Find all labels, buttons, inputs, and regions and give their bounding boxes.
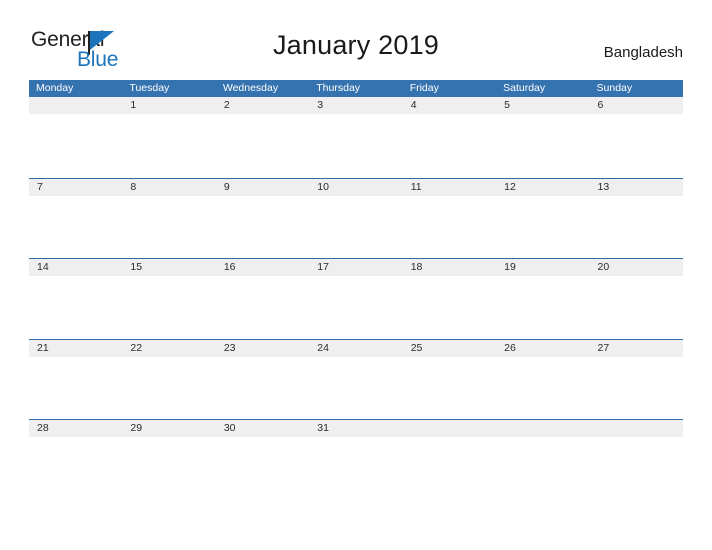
weekday-header-sunday: Sunday <box>596 82 633 94</box>
day-note-area[interactable] <box>122 115 215 177</box>
day-cell-date[interactable]: 18 <box>403 259 496 276</box>
weekday-header-saturday: Saturday <box>503 82 546 94</box>
day-cell-date[interactable] <box>403 420 496 437</box>
day-cell-date[interactable]: 12 <box>496 179 589 196</box>
day-cell-date[interactable]: 25 <box>403 340 496 357</box>
week-row: 28 29 30 31 <box>29 419 683 500</box>
day-cell-date[interactable]: 10 <box>309 179 402 196</box>
day-cell-date[interactable]: 28 <box>29 420 122 437</box>
weekday-header-tuesday: Tuesday <box>129 82 170 94</box>
week-row: 21 22 23 24 25 26 27 <box>29 338 683 420</box>
day-note-area[interactable] <box>403 196 496 258</box>
day-note-area[interactable] <box>403 115 496 177</box>
day-note-area[interactable] <box>29 276 122 338</box>
day-note-area[interactable] <box>590 357 683 419</box>
day-cell-date[interactable]: 21 <box>29 340 122 357</box>
week-row: 7 8 9 10 11 12 13 <box>29 177 683 259</box>
week-note-band <box>29 195 683 258</box>
day-note-area[interactable] <box>122 357 215 419</box>
day-cell-date[interactable]: 6 <box>590 97 683 114</box>
day-cell-date[interactable]: 27 <box>590 340 683 357</box>
weekday-header-friday: Friday <box>409 82 439 94</box>
day-cell-date[interactable]: 22 <box>122 340 215 357</box>
day-note-area[interactable] <box>29 357 122 419</box>
day-note-area[interactable] <box>216 196 309 258</box>
day-note-area[interactable] <box>29 196 122 258</box>
week-note-band <box>29 356 683 419</box>
week-note-band <box>29 276 683 338</box>
week-date-band: 14 15 16 17 18 19 20 <box>29 259 683 276</box>
week-date-band: 28 29 30 31 <box>29 420 683 437</box>
day-note-area[interactable] <box>309 196 402 258</box>
weekday-header-monday: Monday <box>36 82 74 94</box>
weekday-header-thursday: Thursday <box>316 82 361 94</box>
day-cell-date[interactable]: 31 <box>309 420 402 437</box>
day-cell-date[interactable]: 17 <box>309 259 402 276</box>
day-note-area[interactable] <box>122 437 215 499</box>
day-cell-date[interactable]: 15 <box>122 259 215 276</box>
day-note-area[interactable] <box>496 196 589 258</box>
day-note-area[interactable] <box>29 115 122 177</box>
day-note-area[interactable] <box>309 115 402 177</box>
day-cell-date[interactable]: 11 <box>403 179 496 196</box>
day-cell-date[interactable] <box>590 420 683 437</box>
day-cell-date[interactable]: 16 <box>216 259 309 276</box>
day-note-area[interactable] <box>496 357 589 419</box>
day-note-area[interactable] <box>29 437 122 499</box>
week-date-band: 7 8 9 10 11 12 13 <box>29 178 683 196</box>
day-note-area[interactable] <box>309 276 402 338</box>
day-cell-date[interactable]: 23 <box>216 340 309 357</box>
day-cell-date[interactable]: 7 <box>29 179 122 196</box>
day-cell-date[interactable] <box>29 97 122 114</box>
day-cell-date[interactable]: 9 <box>216 179 309 196</box>
day-note-area[interactable] <box>309 357 402 419</box>
day-note-area[interactable] <box>403 437 496 499</box>
calendar-grid: Monday Tuesday Wednesday Thursday Friday… <box>29 80 683 500</box>
week-row: 14 15 16 17 18 19 20 <box>29 258 683 339</box>
day-note-area[interactable] <box>590 115 683 177</box>
day-cell-date[interactable]: 14 <box>29 259 122 276</box>
day-note-area[interactable] <box>590 196 683 258</box>
week-date-band: 21 22 23 24 25 26 27 <box>29 339 683 357</box>
day-cell-date[interactable]: 3 <box>309 97 402 114</box>
day-note-area[interactable] <box>216 276 309 338</box>
day-note-area[interactable] <box>216 357 309 419</box>
day-note-area[interactable] <box>216 115 309 177</box>
day-cell-date[interactable]: 8 <box>122 179 215 196</box>
day-cell-date[interactable]: 30 <box>216 420 309 437</box>
week-row: 1 2 3 4 5 6 <box>29 97 683 178</box>
day-cell-date[interactable]: 4 <box>403 97 496 114</box>
day-note-area[interactable] <box>122 196 215 258</box>
region-label: Bangladesh <box>603 44 683 61</box>
day-note-area[interactable] <box>496 115 589 177</box>
day-cell-date[interactable]: 19 <box>496 259 589 276</box>
day-cell-date[interactable]: 1 <box>122 97 215 114</box>
day-cell-date[interactable]: 20 <box>590 259 683 276</box>
week-note-band <box>29 115 683 177</box>
weekday-header-row: Monday Tuesday Wednesday Thursday Friday… <box>29 80 683 97</box>
day-note-area[interactable] <box>403 276 496 338</box>
day-cell-date[interactable]: 24 <box>309 340 402 357</box>
day-cell-date[interactable]: 5 <box>496 97 589 114</box>
day-cell-date[interactable]: 13 <box>590 179 683 196</box>
day-note-area[interactable] <box>496 437 589 499</box>
page-header: General Blue January 2019 Bangladesh <box>0 0 712 80</box>
week-note-band <box>29 437 683 499</box>
day-note-area[interactable] <box>403 357 496 419</box>
day-note-area[interactable] <box>590 276 683 338</box>
weekday-header-wednesday: Wednesday <box>222 82 279 94</box>
day-note-area[interactable] <box>309 437 402 499</box>
day-cell-date[interactable]: 29 <box>122 420 215 437</box>
day-note-area[interactable] <box>122 276 215 338</box>
day-note-area[interactable] <box>590 437 683 499</box>
day-note-area[interactable] <box>496 276 589 338</box>
day-cell-date[interactable] <box>496 420 589 437</box>
day-cell-date[interactable]: 2 <box>216 97 309 114</box>
day-note-area[interactable] <box>216 437 309 499</box>
week-date-band: 1 2 3 4 5 6 <box>29 97 683 114</box>
day-cell-date[interactable]: 26 <box>496 340 589 357</box>
